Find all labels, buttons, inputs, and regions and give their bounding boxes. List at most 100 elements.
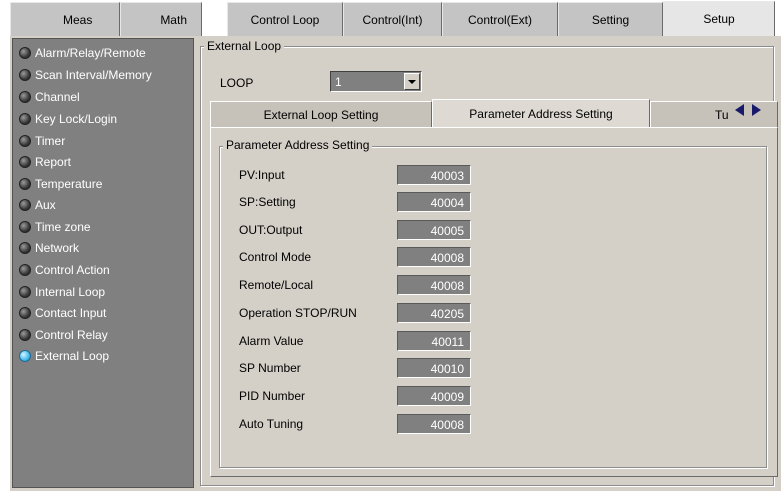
- tab-meas-label: Meas: [63, 12, 93, 27]
- param-value-field[interactable]: 40205: [397, 303, 471, 323]
- sidebar-item-network[interactable]: Network: [19, 238, 191, 258]
- scroll-right-icon[interactable]: [752, 104, 761, 116]
- bullet-icon: [19, 199, 31, 211]
- sidebar-item-label: Internal Loop: [35, 285, 106, 299]
- bullet-icon: [19, 47, 31, 59]
- sidebar-item-label: Aux: [35, 198, 56, 212]
- sidebar-item-label: Report: [35, 155, 72, 169]
- bullet-icon: [19, 156, 31, 168]
- sidebar-item-label: External Loop: [35, 349, 110, 363]
- tab-setting[interactable]: Setting: [558, 2, 663, 36]
- param-row: Auto Tuning 40008: [239, 414, 479, 434]
- sidebar-item-aux[interactable]: Aux: [19, 195, 191, 215]
- param-label: SP:Setting: [239, 195, 296, 209]
- tab-control-int-label: Control(Int): [362, 12, 423, 27]
- tab-panel: Parameter Address Setting PV:Input 40003…: [210, 127, 778, 477]
- sidebar-item-external-loop[interactable]: External Loop: [19, 346, 191, 366]
- param-label: Alarm Value: [239, 334, 304, 348]
- tab-external-loop-setting[interactable]: External Loop Setting: [210, 101, 432, 127]
- bullet-icon: [19, 264, 31, 276]
- bullet-icon: [19, 91, 31, 103]
- tab-parameter-address-setting[interactable]: Parameter Address Setting: [432, 99, 650, 127]
- bullet-icon: [19, 307, 31, 319]
- param-label: Operation STOP/RUN: [239, 306, 357, 320]
- sidebar-item-label: Channel: [35, 90, 80, 104]
- bullet-icon: [19, 242, 31, 254]
- sidebar-item-label: Control Relay: [35, 328, 108, 342]
- bullet-icon: [19, 113, 31, 125]
- param-row: SP:Setting 40004: [239, 192, 479, 212]
- param-value-field[interactable]: 40008: [397, 275, 471, 295]
- sub-tab-label: Parameter Address Setting: [469, 106, 613, 121]
- tab-control-loop-label: Control Loop: [250, 12, 320, 27]
- sidebar-item-control-relay[interactable]: Control Relay: [19, 325, 191, 345]
- panel-title: Parameter Address Setting: [223, 138, 373, 152]
- tab-control-ext[interactable]: Control(Ext): [442, 2, 558, 36]
- loop-select-value: 1: [335, 74, 342, 89]
- sidebar-item-label: Key Lock/Login: [35, 112, 118, 126]
- param-value-field[interactable]: 40010: [397, 358, 471, 378]
- param-row: PV:Input 40003: [239, 165, 479, 185]
- group-title: External Loop: [204, 39, 285, 53]
- dropdown-button[interactable]: [404, 73, 420, 90]
- sidebar-item-report[interactable]: Report: [19, 152, 191, 172]
- loop-select[interactable]: 1: [330, 71, 422, 92]
- param-value-field[interactable]: 40008: [397, 414, 471, 434]
- param-label: Remote/Local: [239, 278, 314, 292]
- param-row: Operation STOP/RUN 40205: [239, 303, 479, 323]
- param-value-field[interactable]: 40003: [397, 165, 471, 185]
- tab-math[interactable]: Math: [120, 2, 202, 36]
- tab-setup[interactable]: Setup: [663, 1, 775, 36]
- sidebar-item-channel[interactable]: Channel: [19, 87, 191, 107]
- bullet-icon: [19, 135, 31, 147]
- param-value-field[interactable]: 40005: [397, 220, 471, 240]
- tab-math-label: Math: [160, 12, 187, 27]
- bullet-icon: [19, 286, 31, 298]
- bullet-icon: [19, 69, 31, 81]
- sidebar-item-key-lock-login[interactable]: Key Lock/Login: [19, 109, 191, 129]
- sidebar-item-alarm-relay-remote[interactable]: Alarm/Relay/Remote: [19, 43, 191, 63]
- param-label: OUT:Output: [239, 223, 303, 237]
- loop-label: LOOP: [220, 76, 254, 90]
- top-tab-bar: Meas Math Control Loop Control(Int) Cont…: [0, 0, 783, 36]
- sidebar-item-contact-input[interactable]: Contact Input: [19, 303, 191, 323]
- param-label: PID Number: [239, 389, 306, 403]
- sidebar-item-label: Network: [35, 241, 80, 255]
- sidebar-item-label: Contact Input: [35, 306, 107, 320]
- sidebar-item-label: Timer: [35, 134, 66, 148]
- sidebar-item-internal-loop[interactable]: Internal Loop: [19, 282, 191, 302]
- param-row: Alarm Value 40011: [239, 331, 479, 351]
- sidebar-item-label: Time zone: [35, 220, 91, 234]
- tab-meas[interactable]: Meas: [10, 2, 120, 36]
- param-row: PID Number 40009: [239, 386, 479, 406]
- param-label: PV:Input: [239, 168, 285, 182]
- tab-control-loop[interactable]: Control Loop: [227, 2, 343, 36]
- sidebar-item-control-action[interactable]: Control Action: [19, 260, 191, 280]
- sidebar-item-label: Alarm/Relay/Remote: [35, 46, 146, 60]
- param-row: Remote/Local 40008: [239, 275, 479, 295]
- sidebar-item-scan-interval-memory[interactable]: Scan Interval/Memory: [19, 65, 191, 85]
- sidebar-item-timer[interactable]: Timer: [19, 131, 191, 151]
- param-row: Control Mode 40008: [239, 247, 479, 267]
- bullet-icon: [19, 178, 31, 190]
- param-value-field[interactable]: 40008: [397, 247, 471, 267]
- bullet-selected-icon: [19, 350, 31, 362]
- sub-tab-label: External Loop Setting: [263, 107, 379, 122]
- sub-tab-label: Tu: [715, 107, 729, 122]
- sidebar-item-time-zone[interactable]: Time zone: [19, 217, 191, 237]
- sidebar: Alarm/Relay/Remote Scan Interval/Memory …: [12, 38, 194, 488]
- sidebar-item-label: Control Action: [35, 263, 110, 277]
- param-label: SP Number: [239, 361, 301, 375]
- param-label: Control Mode: [239, 250, 312, 264]
- param-value-field[interactable]: 40009: [397, 386, 471, 406]
- param-value-field[interactable]: 40004: [397, 192, 471, 212]
- bullet-icon: [19, 329, 31, 341]
- bullet-icon: [19, 221, 31, 233]
- tab-setup-label: Setup: [703, 12, 735, 26]
- param-row: SP Number 40010: [239, 358, 479, 378]
- sidebar-item-temperature[interactable]: Temperature: [19, 174, 191, 194]
- param-label: Auto Tuning: [239, 417, 304, 431]
- scroll-left-icon[interactable]: [735, 104, 744, 116]
- tab-control-int[interactable]: Control(Int): [343, 2, 442, 36]
- param-value-field[interactable]: 40011: [397, 331, 471, 351]
